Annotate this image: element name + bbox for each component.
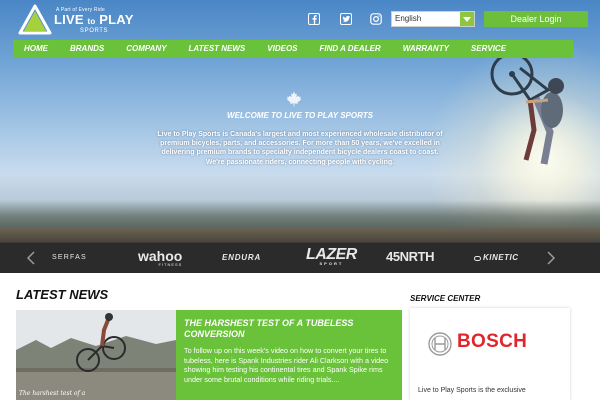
nav-item-videos[interactable]: VIDEOS xyxy=(256,40,308,58)
latest-news-heading: LATEST NEWS xyxy=(16,287,109,302)
nav-item-brands[interactable]: BRANDS xyxy=(59,40,115,58)
news-photo-caption: The harshest test of a xyxy=(19,390,86,397)
twitter-icon[interactable] xyxy=(340,13,352,25)
kinetic-ring-icon xyxy=(474,256,481,261)
logo-triangle-icon xyxy=(18,4,52,35)
hero-ground xyxy=(0,228,600,242)
brand-logo-endura[interactable]: ENDURA xyxy=(222,253,261,262)
chevron-left-icon[interactable] xyxy=(26,251,36,265)
brand-logo-wahoo[interactable]: wahoo FITNESS xyxy=(138,248,182,267)
content-area: LATEST NEWS The harshest test of a THE H… xyxy=(0,273,600,400)
news-card[interactable]: THE HARSHEST TEST OF A TUBELESS CONVERSI… xyxy=(176,310,402,400)
news-card-body: To follow up on this week's video on how… xyxy=(184,346,389,384)
hero-body: Live to Play Sports is Canada's largest … xyxy=(157,131,443,166)
nav-item-latest-news[interactable]: LATEST NEWS xyxy=(178,40,257,58)
hero-title: WELCOME TO LIVE TO PLAY SPORTS xyxy=(227,111,373,120)
news-photo[interactable]: The harshest test of a xyxy=(16,310,176,400)
logo-sub: SPORTS xyxy=(80,28,109,34)
language-selected-value: English xyxy=(395,14,422,23)
brands-carousel: SERFAS wahoo FITNESS ENDURA LAZER SPORT … xyxy=(0,242,600,273)
logo-name: LIVE to PLAY xyxy=(54,12,134,27)
service-center-text: Live to Play Sports is the exclusive xyxy=(418,387,526,394)
brand-logo-lazer[interactable]: LAZER SPORT xyxy=(306,246,357,266)
nav-item-home[interactable]: HOME xyxy=(13,40,59,58)
nav-item-find-a-dealer[interactable]: FIND A DEALER xyxy=(309,40,392,58)
bosch-logo-icon xyxy=(428,332,452,356)
bosch-brand-name: BOSCH xyxy=(457,331,528,352)
chevron-right-icon[interactable] xyxy=(546,251,556,265)
site-logo[interactable]: A Part of Every Ride LIVE to PLAY SPORTS xyxy=(18,4,133,38)
service-center-box[interactable]: BOSCH Live to Play Sports is the exclusi… xyxy=(410,308,570,400)
main-nav: HOME BRANDS COMPANY LATEST NEWS VIDEOS F… xyxy=(13,40,573,58)
brand-logo-serfas[interactable]: SERFAS xyxy=(52,254,87,261)
nav-item-company[interactable]: COMPANY xyxy=(115,40,177,58)
service-center-heading: SERVICE CENTER xyxy=(410,294,481,303)
news-card-title[interactable]: THE HARSHEST TEST OF A TUBELESS CONVERSI… xyxy=(184,318,394,340)
logo-name-live: LIVE xyxy=(54,12,84,27)
instagram-icon[interactable] xyxy=(370,13,382,25)
chevron-down-icon[interactable] xyxy=(460,12,474,26)
logo-name-play: PLAY xyxy=(99,12,134,27)
news-photo-rider xyxy=(16,310,176,400)
dealer-login-button[interactable]: Dealer Login xyxy=(484,11,588,27)
logo-name-to: to xyxy=(87,17,96,26)
brand-kinetic-word: KINETIC xyxy=(483,253,519,262)
facebook-icon[interactable] xyxy=(308,13,320,25)
bmx-rider-image xyxy=(490,52,564,165)
hero-banner: A Part of Every Ride LIVE to PLAY SPORTS… xyxy=(0,0,600,242)
brand-logo-kinetic[interactable]: KINETIC xyxy=(474,253,519,262)
brand-logo-45nrth[interactable]: 45NRTH xyxy=(386,249,435,264)
nav-item-service[interactable]: SERVICE xyxy=(460,40,517,58)
language-select[interactable]: English xyxy=(391,11,475,27)
nav-item-warranty[interactable]: WARRANTY xyxy=(392,40,460,58)
maple-leaf-icon xyxy=(286,91,302,107)
